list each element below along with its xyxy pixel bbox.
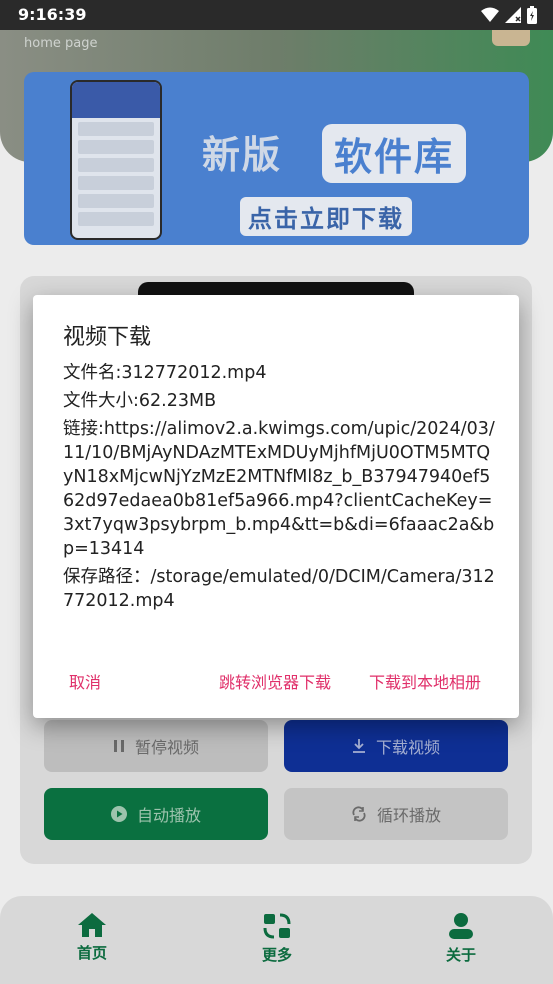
download-video-label: 下载视频 bbox=[375, 738, 440, 757]
pause-video-label: 暂停视频 bbox=[134, 738, 199, 757]
pause-video-button[interactable]: 暂停视频 bbox=[44, 720, 268, 772]
promo-banner[interactable]: 新版 软件库 点击立即下载 bbox=[24, 72, 529, 245]
nav-about-label: 关于 bbox=[445, 946, 476, 964]
loop-play-button[interactable]: 循环播放 bbox=[284, 788, 508, 840]
dialog-title: 视频下载 bbox=[63, 325, 152, 350]
nav-item-more[interactable]: 更多 bbox=[237, 912, 317, 965]
video-download-dialog: 视频下载 文件名:312772012.mp4 文件大小:62.23MB 链接:h… bbox=[33, 295, 519, 718]
autoplay-button[interactable]: 自动播放 bbox=[44, 788, 268, 840]
download-icon bbox=[352, 739, 365, 753]
phone-mockup-image bbox=[70, 80, 162, 240]
status-time: 9:16:39 bbox=[18, 5, 87, 24]
play-circle-icon bbox=[110, 806, 127, 822]
nav-item-about[interactable]: 关于 bbox=[421, 912, 501, 965]
signal-icon bbox=[505, 7, 521, 23]
cancel-button[interactable]: 取消 bbox=[69, 669, 101, 693]
nav-home-label: 首页 bbox=[76, 944, 107, 962]
wifi-icon bbox=[481, 7, 499, 22]
nav-more-label: 更多 bbox=[261, 946, 292, 964]
more-icon bbox=[263, 913, 291, 939]
save-path-text: 保存路径：/storage/emulated/0/DCIM/Camera/312… bbox=[63, 567, 495, 611]
status-bar: 9:16:39 bbox=[0, 0, 553, 30]
banner-title-new: 新版 bbox=[202, 133, 283, 177]
download-video-button[interactable]: 下载视频 bbox=[284, 720, 508, 772]
nav-item-home[interactable]: 首页 bbox=[52, 912, 132, 963]
home-icon bbox=[78, 913, 106, 937]
banner-subtitle: 点击立即下载 bbox=[240, 197, 412, 236]
loop-play-label: 循环播放 bbox=[376, 806, 441, 825]
link-text: 链接:https://alimov2.a.kwimgs.com/upic/202… bbox=[63, 419, 495, 559]
dialog-body: 文件名:312772012.mp4 文件大小:62.23MB 链接:https:… bbox=[63, 361, 499, 617]
battery-icon bbox=[527, 6, 537, 24]
autoplay-label: 自动播放 bbox=[136, 806, 201, 825]
banner-title-library: 软件库 bbox=[322, 124, 467, 183]
home-label: home page bbox=[24, 36, 98, 51]
status-icons bbox=[481, 6, 537, 24]
file-name-text: 文件名:312772012.mp4 bbox=[63, 363, 267, 383]
loop-icon bbox=[352, 806, 366, 822]
user-icon bbox=[449, 913, 473, 939]
file-size-text: 文件大小:62.23MB bbox=[63, 391, 217, 411]
open-browser-download-button[interactable]: 跳转浏览器下载 bbox=[219, 669, 331, 693]
pause-icon bbox=[113, 740, 124, 752]
download-to-album-button[interactable]: 下载到本地相册 bbox=[369, 669, 481, 693]
